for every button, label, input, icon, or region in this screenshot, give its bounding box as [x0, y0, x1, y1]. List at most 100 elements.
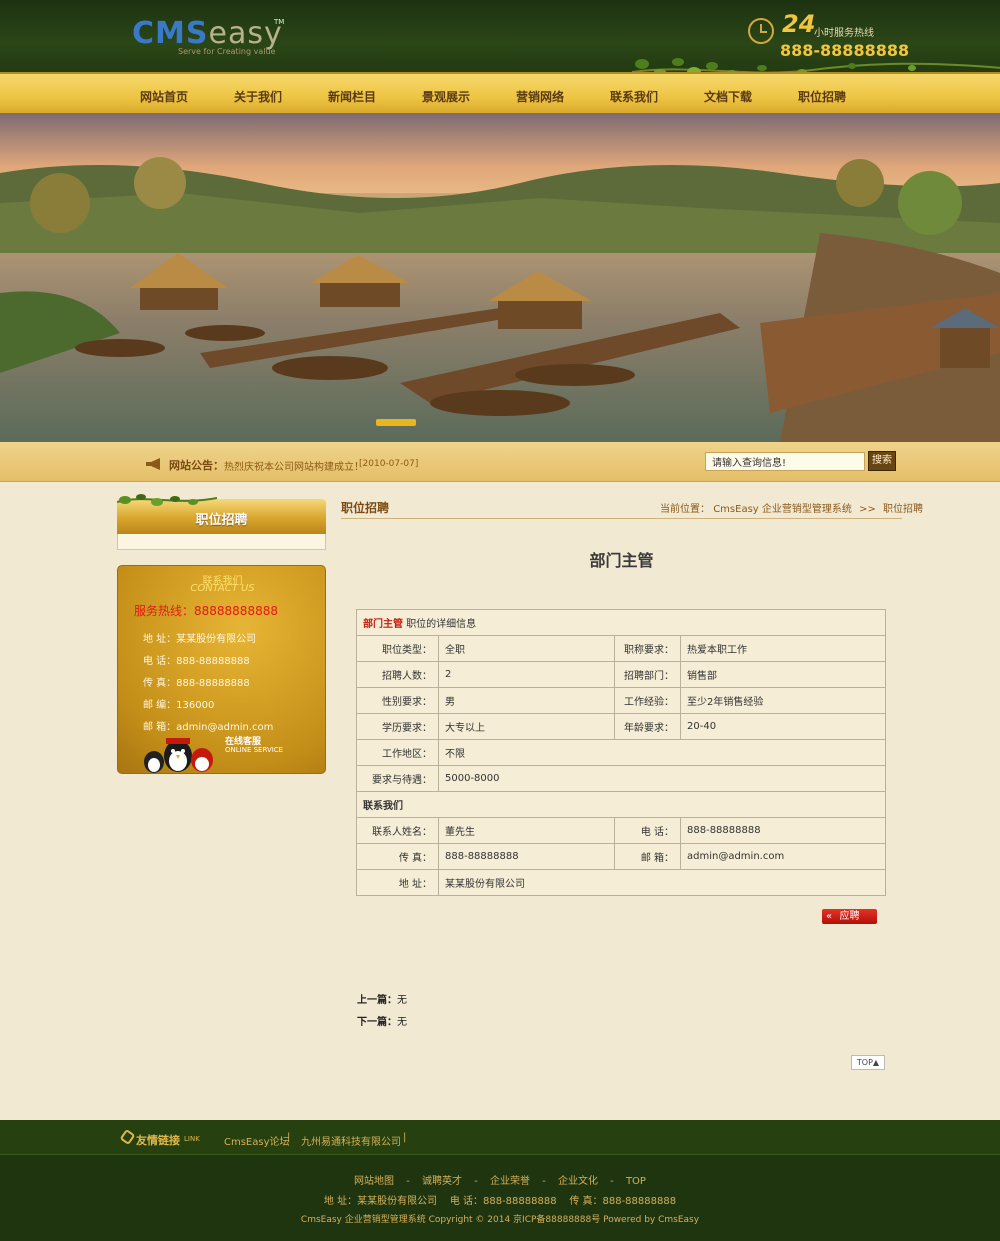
- contact-box: 联系我们 CONTACT US 服务热线：88888888888 地 址：某某股…: [117, 565, 326, 774]
- table-head-cell: 部门主管 职位的详细信息: [356, 609, 886, 636]
- footer-nav-culture[interactable]: 企业文化: [558, 1176, 598, 1187]
- footer-nav-careers[interactable]: 诚聘英才: [422, 1176, 462, 1187]
- banner-slide-indicator[interactable]: [376, 419, 416, 426]
- footer-nav-separator: -: [474, 1176, 478, 1187]
- table-value: admin@admin.com: [680, 843, 886, 870]
- site-logo[interactable]: CMSeasy TM Serve for Creating value: [132, 16, 285, 56]
- friend-links-label-en: LINK: [184, 1135, 200, 1143]
- table-label: 电 话：: [614, 817, 681, 844]
- breadcrumb-separator: >>: [859, 504, 876, 515]
- megaphone-icon: [146, 458, 160, 470]
- table-label: 性别要求：: [356, 687, 439, 714]
- footer-contact: 地 址：某某股份有限公司 电 话：888-88888888 传 真：888-88…: [0, 1192, 1000, 1207]
- table-label: 招聘人数：: [356, 661, 439, 688]
- footer-nav-separator: -: [542, 1176, 546, 1187]
- table-value: 20-40: [680, 713, 886, 740]
- logo-easy-text: easy: [208, 16, 283, 51]
- online-service-en: ONLINE SERVICE: [225, 746, 284, 754]
- nav-item-about[interactable]: 关于我们: [234, 88, 282, 105]
- footer-nav-separator: -: [406, 1176, 410, 1187]
- table-value: 销售部: [680, 661, 886, 688]
- table-value: 全职: [438, 635, 615, 662]
- breadcrumb-current[interactable]: 职位招聘: [883, 504, 923, 515]
- table-head-desc: 职位的详细信息: [406, 619, 477, 630]
- footer-nav-sitemap[interactable]: 网站地图: [354, 1176, 394, 1187]
- search-button[interactable]: 搜索: [868, 451, 896, 471]
- friend-links-label: 友情链接: [136, 1134, 180, 1147]
- clock-icon: [748, 18, 774, 44]
- nav-item-contact[interactable]: 联系我们: [610, 88, 658, 105]
- back-to-top-button[interactable]: TOP▲: [851, 1055, 885, 1070]
- table-row: 工作地区： 不限: [356, 739, 886, 766]
- table-value: 不限: [438, 739, 886, 766]
- sidebar-body: [117, 534, 326, 550]
- nav-item-home[interactable]: 网站首页: [140, 88, 188, 105]
- table-label: 要求与待遇：: [356, 765, 439, 792]
- table-value: 大专以上: [438, 713, 615, 740]
- link-chain-icon: [119, 1128, 136, 1146]
- link-separator: |: [403, 1132, 407, 1143]
- leaf-decoration-icon: [117, 494, 217, 506]
- breadcrumb-home-link[interactable]: CmsEasy 企业营销型管理系统: [713, 504, 852, 515]
- search-input[interactable]: [705, 452, 865, 471]
- table-row: 传 真： 888-88888888 邮 箱： admin@admin.com: [356, 843, 886, 870]
- footer-address: 地 址：某某股份有限公司: [323, 1196, 438, 1207]
- table-label: 联系人姓名：: [356, 817, 439, 844]
- table-label: 学历要求：: [356, 713, 439, 740]
- table-contact-head: 联系我们: [356, 791, 886, 818]
- table-row: 联系人姓名： 董先生 电 话： 888-88888888: [356, 817, 886, 844]
- hotline-24: 24: [782, 10, 816, 38]
- apply-button-label: 应聘: [839, 911, 860, 922]
- link-separator: |: [287, 1132, 291, 1143]
- sidebar-title: 职位招聘: [195, 513, 248, 528]
- nav-item-landscape[interactable]: 景观展示: [422, 88, 470, 105]
- contact-address: 地 址：某某股份有限公司: [143, 634, 257, 645]
- table-value: 5000-8000: [438, 765, 886, 792]
- table-label: 传 真：: [356, 843, 439, 870]
- table-label: 职称要求：: [614, 635, 681, 662]
- nav-item-news[interactable]: 新闻栏目: [328, 88, 376, 105]
- notice-link[interactable]: 热烈庆祝本公司网站构建成立！: [224, 458, 364, 473]
- table-value: 董先生: [438, 817, 615, 844]
- table-row: 性别要求： 男 工作经验： 至少2年销售经验: [356, 687, 886, 714]
- nav-item-marketing[interactable]: 营销网络: [516, 88, 564, 105]
- logo-cms-text: CMS: [132, 16, 209, 51]
- footer-fax: 传 真：888-88888888: [569, 1196, 677, 1207]
- table-row: 部门主管 职位的详细信息: [356, 609, 886, 636]
- table-row: 招聘人数： 2 招聘部门： 销售部: [356, 661, 886, 688]
- contact-zip: 邮 编：136000: [143, 700, 215, 711]
- friend-link[interactable]: CmsEasy论坛: [224, 1133, 290, 1148]
- contact-fax: 传 真：888-88888888: [143, 678, 250, 689]
- friend-links-bar: 友情链接 LINK CmsEasy论坛 | 九州易通科技有限公司 |: [0, 1120, 1000, 1155]
- footer-nav-honors[interactable]: 企业荣誉: [490, 1176, 530, 1187]
- table-value: 某某股份有限公司: [438, 869, 886, 896]
- table-value: 至少2年销售经验: [680, 687, 886, 714]
- table-label: 职位类型：: [356, 635, 439, 662]
- nav-item-jobs[interactable]: 职位招聘: [798, 88, 846, 105]
- notice-date: [2010-07-07]: [359, 459, 419, 469]
- table-row: 要求与待遇： 5000-8000: [356, 765, 886, 792]
- breadcrumb-prefix: 当前位置：: [660, 504, 710, 515]
- nav-item-downloads[interactable]: 文档下载: [704, 88, 752, 105]
- job-detail-table: 部门主管 职位的详细信息 职位类型： 全职 职称要求： 热爱本职工作 招聘人数：…: [356, 609, 886, 896]
- next-label: 下一篇：: [357, 1017, 397, 1028]
- table-label: 年龄要求：: [614, 713, 681, 740]
- logo-trademark: TM: [274, 18, 285, 26]
- qq-penguin-icon[interactable]: [138, 734, 218, 774]
- table-label: 地 址：: [356, 869, 439, 896]
- table-value: 热爱本职工作: [680, 635, 886, 662]
- table-row: 学历要求： 大专以上 年龄要求： 20-40: [356, 713, 886, 740]
- table-label: 工作地区：: [356, 739, 439, 766]
- section-title: 职位招聘: [341, 501, 390, 515]
- next-article[interactable]: 下一篇：无: [357, 1013, 407, 1028]
- hotline-label: 小时服务热线: [814, 28, 874, 39]
- contact-title-en: CONTACT US: [190, 583, 255, 594]
- hero-banner[interactable]: [0, 113, 1000, 442]
- friend-link[interactable]: 九州易通科技有限公司: [301, 1133, 401, 1148]
- footer-nav-top[interactable]: TOP: [626, 1176, 646, 1187]
- table-value: 888-88888888: [438, 843, 615, 870]
- contact-hotline: 服务热线：88888888888: [134, 604, 278, 618]
- prev-article[interactable]: 上一篇：无: [357, 991, 407, 1006]
- table-label: 邮 箱：: [614, 843, 681, 870]
- apply-button[interactable]: « 应聘: [822, 909, 877, 924]
